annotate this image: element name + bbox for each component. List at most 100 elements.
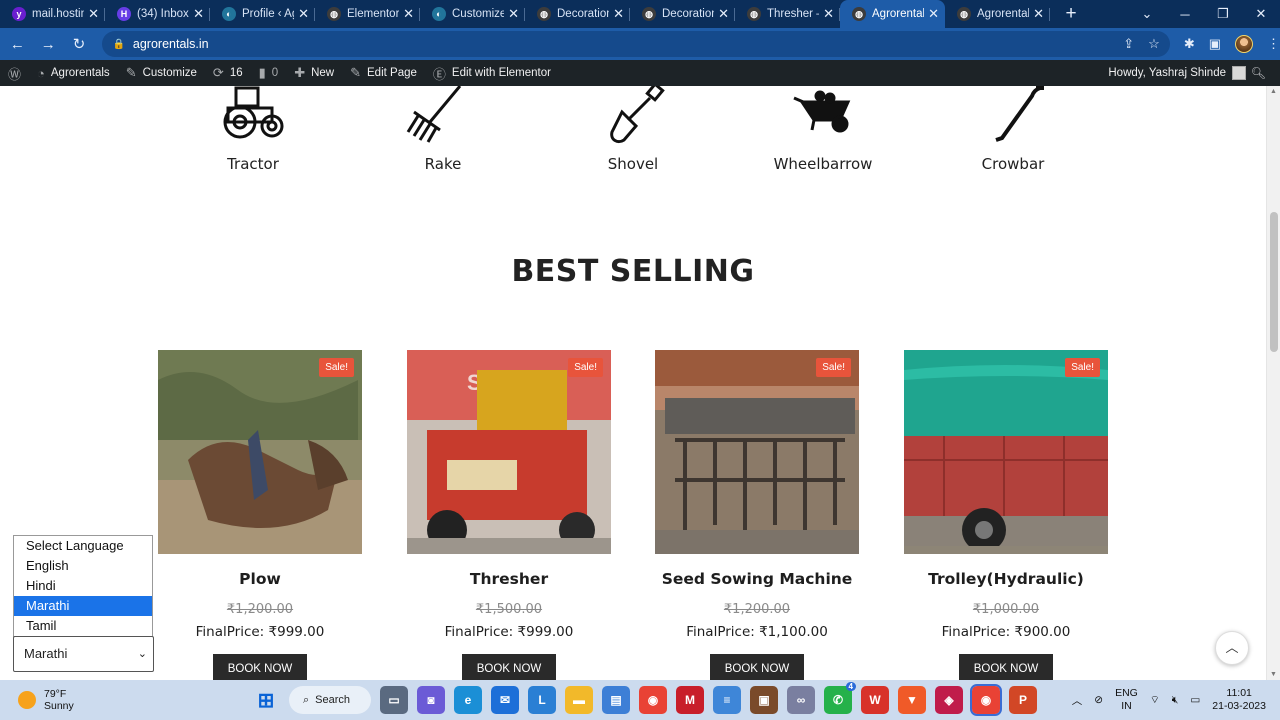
tab-close-icon[interactable]: ✕ [928, 6, 939, 22]
wifi-icon[interactable]: ⌔ [1150, 693, 1160, 707]
link-app-icon[interactable]: ∞ [787, 686, 815, 714]
admin-search-icon[interactable]: 🔍︎ [1251, 60, 1266, 86]
tab-close-icon[interactable]: ✕ [613, 6, 624, 22]
close-window-button[interactable]: ✕ [1242, 6, 1280, 22]
product-name[interactable]: Plow [118, 570, 402, 588]
tab-search-icon[interactable]: ⌄ [1128, 6, 1166, 22]
wps-icon[interactable]: W [861, 686, 889, 714]
tool-wheelbarrow[interactable]: Wheelbarrow [728, 86, 918, 173]
language-option[interactable]: Marathi [14, 596, 152, 616]
new-tab-button[interactable]: + [1056, 3, 1086, 25]
comments-link[interactable]: ▮ 0 [251, 60, 287, 86]
notepad-icon[interactable]: ≡ [713, 686, 741, 714]
scroll-up-arrow[interactable]: ▲ [1270, 88, 1277, 95]
scrollbar-thumb[interactable] [1270, 212, 1278, 352]
l-app-icon[interactable]: L [528, 686, 556, 714]
mail-icon[interactable]: ✉ [491, 686, 519, 714]
screen-recorder-icon[interactable]: ◈ [935, 686, 963, 714]
side-panel-icon[interactable]: ▣ [1209, 36, 1221, 52]
bookmark-star-icon[interactable]: ☆ [1148, 36, 1160, 52]
tab-close-icon[interactable]: ✕ [193, 6, 204, 22]
language-option[interactable]: Select Language [14, 536, 152, 556]
customize-link[interactable]: ✎ Customize [118, 60, 205, 86]
tool-rake[interactable]: Rake [348, 86, 538, 173]
product-image-trolley[interactable]: Sale! [904, 350, 1108, 554]
browser-tab[interactable]: ◐ Customize: ✕ [420, 0, 525, 28]
reload-button[interactable]: ↻ [66, 35, 93, 53]
file-explorer-icon[interactable]: ▬ [565, 686, 593, 714]
taskbar-search[interactable]: ⌕ Search [289, 686, 371, 714]
updates-link[interactable]: ⟳ 16 [205, 60, 251, 86]
tab-close-icon[interactable]: ✕ [823, 6, 834, 22]
product-image-seed-sowing-machine[interactable]: Sale! [655, 350, 859, 554]
share-icon[interactable]: ⇪ [1123, 36, 1134, 52]
product-name[interactable]: Seed Sowing Machine [615, 570, 899, 588]
teams-chat-icon[interactable]: ◙ [417, 686, 445, 714]
mcafee-icon[interactable]: M [676, 686, 704, 714]
book-now-button[interactable]: BOOK NOW [462, 654, 556, 680]
tab-close-icon[interactable]: ✕ [298, 6, 309, 22]
chrome-icon[interactable]: ◉ [639, 686, 667, 714]
edge-icon[interactable]: e [454, 686, 482, 714]
wordpress-logo-button[interactable]: Ⓦ [0, 60, 29, 86]
brave-icon[interactable]: ▼ [898, 686, 926, 714]
extensions-icon[interactable]: ✱ [1184, 36, 1195, 52]
browser-tab[interactable]: ◍ Agrorentals ✕ [840, 0, 945, 28]
tool-crowbar[interactable]: Crowbar [918, 86, 1108, 173]
forward-button[interactable]: → [35, 36, 62, 53]
language-option[interactable]: English [14, 556, 152, 576]
browser-tab[interactable]: ◍ Thresher – A ✕ [735, 0, 840, 28]
input-language[interactable]: ENG IN [1115, 687, 1138, 713]
product-image-thresher[interactable]: SHREE Sale! [407, 350, 611, 554]
scroll-down-arrow[interactable]: ▼ [1270, 671, 1277, 678]
book-now-button[interactable]: BOOK NOW [959, 654, 1053, 680]
browser-tab[interactable]: ◐ Profile ‹ Agr ✕ [210, 0, 315, 28]
chrome-profile-icon[interactable]: ◉ [970, 684, 1002, 716]
task-view-icon[interactable]: ▭ [380, 686, 408, 714]
tab-close-icon[interactable]: ✕ [718, 6, 729, 22]
edit-elementor-link[interactable]: Ⓔ Edit with Elementor [425, 60, 559, 86]
tab-close-icon[interactable]: ✕ [88, 6, 99, 22]
browser-tab[interactable]: y mail.hostinger✕ [0, 0, 105, 28]
weather-widget[interactable]: 79°F Sunny [18, 688, 218, 712]
edit-page-link[interactable]: ✎ Edit Page [342, 60, 425, 86]
minimize-button[interactable]: ─ [1166, 7, 1204, 22]
clock[interactable]: 11:01 21-03-2023 [1212, 687, 1266, 713]
tool-shovel[interactable]: Shovel [538, 86, 728, 173]
browser-tab[interactable]: ◍ Decoration ✕ [630, 0, 735, 28]
menu-icon[interactable]: ⋮ [1267, 36, 1280, 52]
back-button[interactable]: ← [4, 36, 31, 53]
product-image-plow[interactable]: Sale! [158, 350, 362, 554]
windows-start-icon[interactable]: ⊞ [252, 686, 280, 714]
battery-icon[interactable]: ▭ [1190, 694, 1200, 706]
restore-button[interactable]: ❐ [1204, 6, 1242, 22]
language-option[interactable]: Hindi [14, 576, 152, 596]
book-now-button[interactable]: BOOK NOW [710, 654, 804, 680]
browser-tab[interactable]: H (34) Inbox - ✕ [105, 0, 210, 28]
store-icon[interactable]: ▤ [602, 686, 630, 714]
new-content-link[interactable]: ✚ New [286, 60, 342, 86]
product-name[interactable]: Thresher [367, 570, 651, 588]
browser-tab[interactable]: ◍ Decoration ✕ [525, 0, 630, 28]
product-name[interactable]: Trolley(Hydraulic) [864, 570, 1148, 588]
site-name-link[interactable]: ◔ Agrorentals [29, 60, 118, 86]
book-now-button[interactable]: BOOK NOW [213, 654, 307, 680]
language-option[interactable]: Tamil [14, 616, 152, 636]
tab-close-icon[interactable]: ✕ [1033, 6, 1044, 22]
tool-tractor[interactable]: Tractor [158, 86, 348, 173]
page-scrollbar[interactable]: ▲ ▼ [1266, 86, 1280, 680]
scroll-to-top-button[interactable]: ︿ [1215, 631, 1249, 665]
tab-close-icon[interactable]: ✕ [508, 6, 519, 22]
language-select[interactable]: Marathi ⌄ [13, 636, 154, 672]
address-bar[interactable]: 🔒 agrorentals.in ⇪ ☆ [102, 31, 1170, 57]
profile-avatar[interactable] [1235, 35, 1254, 53]
media-app-icon[interactable]: ▣ [750, 686, 778, 714]
powerpoint-icon[interactable]: P [1009, 686, 1037, 714]
chevron-up-icon[interactable]: ︿ [1072, 693, 1083, 708]
browser-tab[interactable]: ◍ Agrorentals ✕ [945, 0, 1050, 28]
volume-muted-icon[interactable]: 🔇︎ [1172, 694, 1179, 707]
browser-tab[interactable]: ◍ Elementor | ✕ [315, 0, 420, 28]
whatsapp-icon[interactable]: ✆ 4 [824, 682, 856, 714]
network-off-icon[interactable]: ⊘ [1094, 694, 1103, 706]
tab-close-icon[interactable]: ✕ [403, 6, 414, 22]
